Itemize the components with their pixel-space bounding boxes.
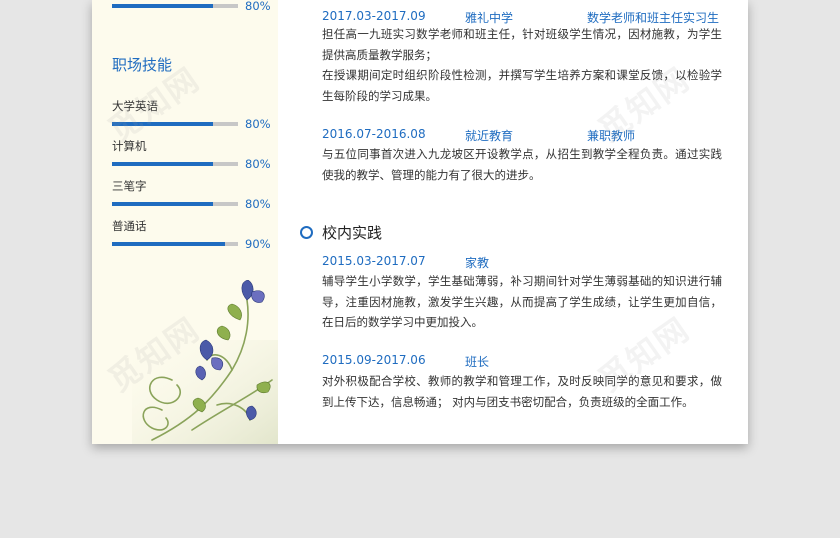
skill-bar-track bbox=[112, 162, 238, 166]
skill-bar-fill bbox=[112, 162, 213, 166]
entry-desc-line: 对外积极配合学校、教师的教学和管理工作，及时反映同学的意见和要求，做到上传下达，… bbox=[322, 374, 722, 409]
entry-header: 2016.07-2016.08 就近教育 兼职教师 bbox=[322, 127, 722, 143]
entry-header: 2015.03-2017.07 家教 bbox=[322, 254, 722, 270]
entry-role: 家教 bbox=[465, 256, 490, 270]
entry-date: 2017.03-2017.09 bbox=[322, 9, 426, 23]
skill-bar-track bbox=[112, 202, 238, 206]
entry-desc-line: 担任高一九班实习数学老师和班主任，针对班级学生情况，因材施教，为学生提供高质量教… bbox=[322, 27, 722, 62]
skill-bar-fill bbox=[112, 4, 213, 8]
skill-name: 三笔字 bbox=[112, 179, 147, 193]
section-title: 校内实践 bbox=[322, 224, 383, 242]
skill-percent: 80% bbox=[245, 157, 271, 171]
skill-percent: 80% bbox=[245, 0, 271, 13]
entry-description: 对外积极配合学校、教师的教学和管理工作，及时反映同学的意见和要求，做到上传下达，… bbox=[322, 371, 722, 412]
skill-percent: 90% bbox=[245, 237, 271, 251]
entry-date: 2016.07-2016.08 bbox=[322, 127, 426, 141]
skill-bar-fill bbox=[112, 202, 213, 206]
skill-bar-track bbox=[112, 4, 238, 8]
entry-description: 与五位同事首次进入九龙坡区开设教学点，从招生到教学全程负责。通过实践使我的教学、… bbox=[322, 144, 722, 185]
entry-header: 2017.03-2017.09 雅礼中学 数学老师和班主任实习生 bbox=[322, 9, 722, 25]
skill-bar-track bbox=[112, 242, 238, 246]
resume-page: 80% 职场技能 大学英语 80% 计算机 80% 三笔字 80% 普通话 90… bbox=[92, 0, 748, 444]
entry-org: 就近教育 bbox=[465, 129, 514, 143]
entry-date: 2015.03-2017.07 bbox=[322, 254, 426, 268]
section-header: 校内实践 bbox=[300, 222, 600, 242]
skill-percent: 80% bbox=[245, 197, 271, 211]
entry-date: 2015.09-2017.06 bbox=[322, 353, 426, 367]
circle-outline-icon bbox=[300, 226, 313, 239]
skill-name: 普通话 bbox=[112, 219, 147, 233]
entry-desc-line: 与五位同事首次进入九龙坡区开设教学点，从招生到教学全程负责。通过实践使我的教学、… bbox=[322, 147, 722, 182]
entry-role: 班长 bbox=[465, 355, 490, 369]
skill-bar-fill bbox=[112, 242, 226, 246]
skill-percent: 80% bbox=[245, 117, 271, 131]
